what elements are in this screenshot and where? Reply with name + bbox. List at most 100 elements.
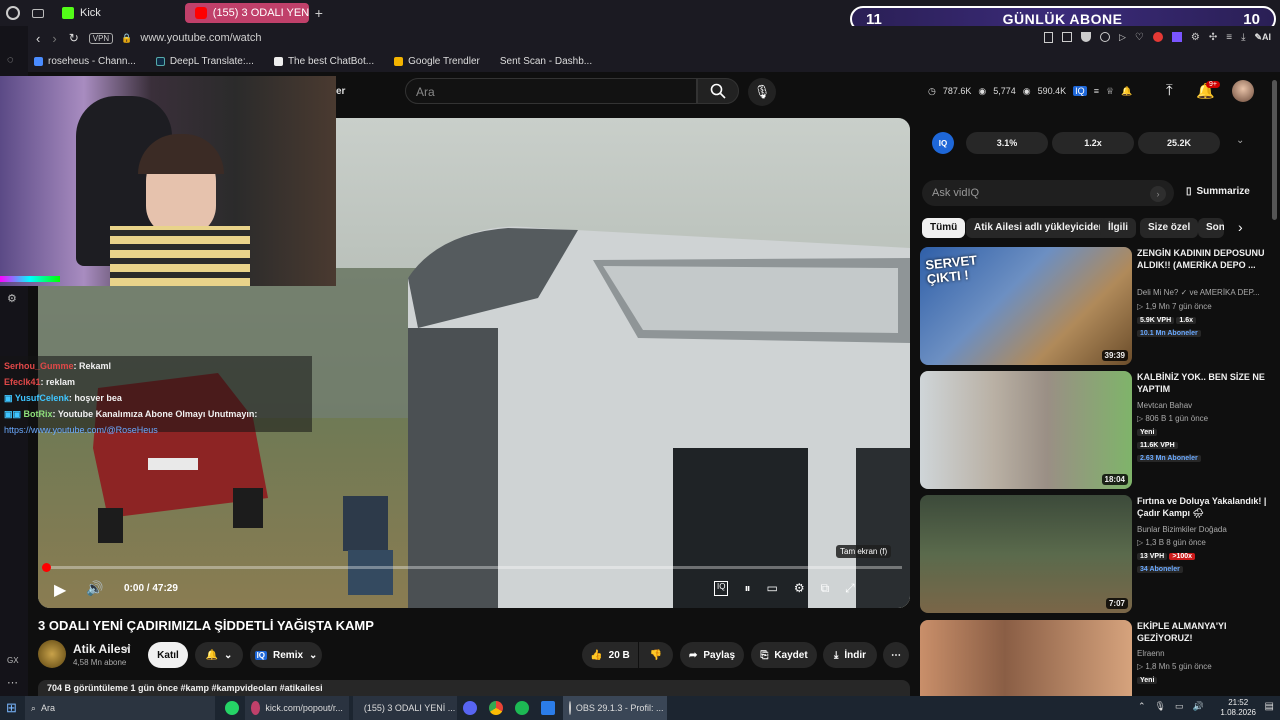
settings-extension-icon[interactable]: ⚙ [1191, 32, 1200, 43]
bookmark-icon[interactable] [1044, 32, 1053, 43]
share-button[interactable]: ➦ Paylaş [680, 642, 744, 668]
notification-center-icon[interactable]: ▤ [1265, 701, 1274, 712]
tab-kick[interactable]: Kick [52, 3, 111, 23]
tab-youtube[interactable]: (155) 3 ODALI YENİ ÇADIR [184, 3, 309, 23]
ask-send-icon[interactable]: › [1150, 186, 1166, 202]
recommended-video[interactable]: SERVET ÇIKTI ! 39:39 ZENGİN KADININ DEPO… [920, 247, 1268, 365]
chip-for-you[interactable]: Size özel [1140, 218, 1199, 238]
chip-uploader[interactable]: Atik Ailesi adlı yükleyiciden [966, 218, 1113, 238]
join-button[interactable]: Katıl [148, 642, 188, 668]
back-icon[interactable]: ‹ [36, 31, 40, 46]
progress-bar[interactable] [46, 566, 902, 569]
remix-button[interactable]: IQ Remix ⌄ [250, 642, 322, 668]
speed-dial-icon[interactable] [1100, 32, 1110, 42]
menu-list-icon[interactable]: ≡ [1226, 32, 1232, 43]
list-icon[interactable]: ≡ [1094, 86, 1099, 96]
voice-search-button[interactable]: 🎙 [748, 78, 776, 106]
video-thumbnail[interactable]: SERVET ÇIKTI ! 39:39 [920, 247, 1132, 365]
taskbar-app-youtube[interactable]: (155) 3 ODALI YENİ ... [352, 696, 457, 720]
channel-name[interactable]: Atik Ailesi [73, 642, 131, 656]
settings-icon[interactable]: ⚙ [794, 581, 805, 596]
new-tab-button[interactable]: + [315, 5, 323, 21]
tab-manager-icon[interactable] [32, 8, 44, 18]
avatar[interactable] [1232, 80, 1254, 102]
search-input[interactable]: Ara [405, 78, 697, 104]
chevron-right-icon[interactable]: › [1238, 219, 1243, 235]
opera-gx-logo-icon[interactable] [6, 6, 20, 20]
more-icon[interactable]: ⋯ [7, 676, 18, 689]
recommended-video[interactable]: 18:04 KALBİNİZ YOK.. BEN SİZE NE YAPTIM … [920, 371, 1268, 489]
taskbar-app-kick[interactable]: kick.com/popout/r... [244, 696, 349, 720]
screenshot-icon[interactable] [1062, 32, 1072, 42]
partial-header-button[interactable]: er [336, 86, 345, 97]
vpn-badge[interactable]: VPN [88, 32, 114, 44]
video-thumbnail[interactable]: 18:04 [920, 371, 1132, 489]
search-button[interactable] [697, 78, 739, 104]
channel-avatar[interactable] [38, 640, 66, 668]
vidiq-icon[interactable]: IQ [1073, 86, 1087, 96]
progress-scrubber[interactable] [42, 563, 51, 572]
recommended-video[interactable]: 7:07 Fırtına ve Doluya Yakalandık! | Çad… [920, 495, 1268, 613]
bookmark-deepl[interactable]: DeepL Translate:... [155, 56, 254, 67]
heart-icon[interactable]: ♡ [1135, 32, 1144, 43]
miniplayer-icon[interactable]: ⧉ [821, 581, 830, 596]
bookmark-google-trends[interactable]: Google Trendler [394, 56, 480, 67]
mic-icon[interactable]: 🎙 [1155, 701, 1166, 712]
discord-app[interactable] [457, 696, 483, 720]
download-icon[interactable]: ⤓ [1241, 32, 1245, 43]
bookmark-roseheus[interactable]: roseheus - Chann... [34, 56, 136, 67]
vidiq-player-icon[interactable]: IQ [714, 581, 729, 596]
vidiq-logo-icon[interactable]: IQ [932, 132, 954, 154]
bookmark-chatbot[interactable]: The best ChatBot... [273, 56, 374, 67]
notes-app[interactable] [535, 696, 561, 720]
subscribe-bell-button[interactable]: 🔔 ⌄ [195, 642, 243, 668]
upload-icon[interactable]: ⤒ [1166, 82, 1173, 99]
settings-icon[interactable]: ⚙ [7, 292, 17, 305]
record-icon[interactable] [1152, 32, 1163, 42]
subtitles-icon[interactable]: ▭ [766, 581, 777, 596]
taskbar-app-obs[interactable]: OBS 29.1.3 - Profil: ... [562, 696, 667, 720]
volume-icon[interactable]: 🔊 [86, 580, 103, 597]
forward-icon[interactable]: › [52, 31, 56, 46]
like-button[interactable]: 👍 20 B [582, 642, 638, 668]
video-thumbnail[interactable]: 7:07 [920, 495, 1132, 613]
bookmark-sent-scan[interactable]: Sent Scan - Dashb... [500, 56, 592, 67]
chevron-up-icon[interactable]: ⌃ [1138, 701, 1146, 712]
dislike-button[interactable]: 👎 [639, 642, 673, 668]
messenger-icon[interactable]: ◌ [7, 54, 14, 66]
more-actions-button[interactable]: ⋯ [883, 642, 909, 668]
chevron-down-icon[interactable]: ⌄ [1236, 135, 1244, 146]
save-button[interactable]: ⎘ Kaydet [751, 642, 817, 668]
stats-extension-icon[interactable] [1171, 32, 1182, 42]
puzzle-icon[interactable]: ✣ [1209, 32, 1217, 43]
reload-icon[interactable]: ↻ [69, 31, 79, 45]
download-button[interactable]: ⤓ İndir [823, 642, 877, 668]
whatsapp-app[interactable] [219, 696, 245, 720]
chip-all[interactable]: Tümü [922, 218, 966, 238]
pause-icon[interactable]: ⏸ [744, 581, 750, 596]
recommended-video[interactable]: EKİPLE ALMANYA'YI GEZİYORUZ! Elraenn ▷ 1… [920, 620, 1268, 696]
trophy-icon[interactable]: ♕ [1106, 86, 1114, 97]
chip-recent[interactable]: Son [1198, 218, 1224, 238]
fullscreen-icon[interactable]: ⤢ [845, 581, 855, 596]
shield-icon[interactable] [1081, 32, 1091, 42]
scrollbar[interactable] [1272, 80, 1277, 220]
start-button[interactable]: ⊞ [0, 696, 23, 720]
summarize-button[interactable]: ▯ Summarize [1186, 186, 1250, 197]
ask-vidiq-input[interactable]: Ask vidIQ [922, 180, 1174, 206]
taskbar-search[interactable]: ⌕ Ara [24, 696, 215, 720]
chat-link[interactable]: https://www.youtube.com/@RoseHeus [4, 422, 308, 438]
url-field[interactable]: www.youtube.com/watch [140, 32, 261, 44]
play-icon[interactable]: ▷ [1119, 32, 1126, 43]
play-button[interactable]: ▶ [54, 580, 66, 600]
bell-off-icon[interactable]: 🔔 [1121, 86, 1132, 97]
network-icon[interactable]: ▭ [1175, 701, 1184, 712]
chrome-app[interactable] [483, 696, 509, 720]
spotify-app[interactable] [509, 696, 535, 720]
chip-related[interactable]: İlgili [1100, 218, 1136, 238]
clock[interactable]: 21:52 1.08.2026 [1220, 698, 1256, 718]
ai-icon[interactable]: ✎AI [1255, 32, 1272, 43]
volume-icon[interactable]: 🔊 [1193, 701, 1204, 712]
video-thumbnail[interactable] [920, 620, 1132, 696]
description-box[interactable]: 704 B görüntüleme 1 gün önce #kamp #kamp… [38, 680, 910, 696]
